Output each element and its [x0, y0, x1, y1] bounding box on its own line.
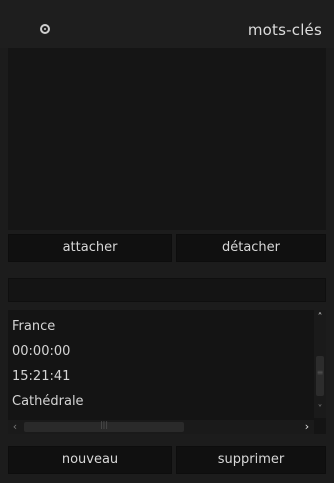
scroll-left-icon[interactable]: ‹ [8, 420, 22, 434]
delete-button[interactable]: supprimer [176, 446, 326, 474]
tagging-panel: mots-clés attacher détacher France 00:00… [0, 0, 334, 483]
attach-button[interactable]: attacher [8, 234, 172, 262]
list-item[interactable]: 15:21:41 [12, 369, 70, 384]
attached-tags-list[interactable] [8, 48, 326, 230]
pin-icon[interactable] [40, 24, 50, 34]
new-button[interactable]: nouveau [8, 446, 172, 474]
horizontal-scroll-thumb[interactable] [24, 420, 184, 432]
scroll-up-icon[interactable]: ˄ [314, 312, 326, 324]
horizontal-scrollbar[interactable]: ‹ › [8, 420, 314, 434]
list-item[interactable]: France [12, 319, 55, 334]
detach-button[interactable]: détacher [176, 234, 326, 262]
panel-header: mots-clés [0, 0, 334, 48]
vertical-scrollbar[interactable]: ˄ ˅ [314, 310, 326, 418]
panel-title[interactable]: mots-clés [248, 21, 322, 39]
tag-entry-field[interactable] [8, 278, 326, 302]
vertical-scroll-thumb[interactable] [316, 356, 324, 396]
dictionary-rows: France 00:00:00 15:21:41 Cathédrale [8, 310, 314, 418]
dictionary-list[interactable]: France 00:00:00 15:21:41 Cathédrale ˄ ˅ … [8, 310, 326, 434]
list-item[interactable]: Cathédrale [12, 394, 84, 409]
list-item[interactable]: 00:00:00 [12, 344, 70, 359]
scroll-right-icon[interactable]: › [300, 420, 314, 434]
scroll-down-icon[interactable]: ˅ [314, 404, 326, 416]
